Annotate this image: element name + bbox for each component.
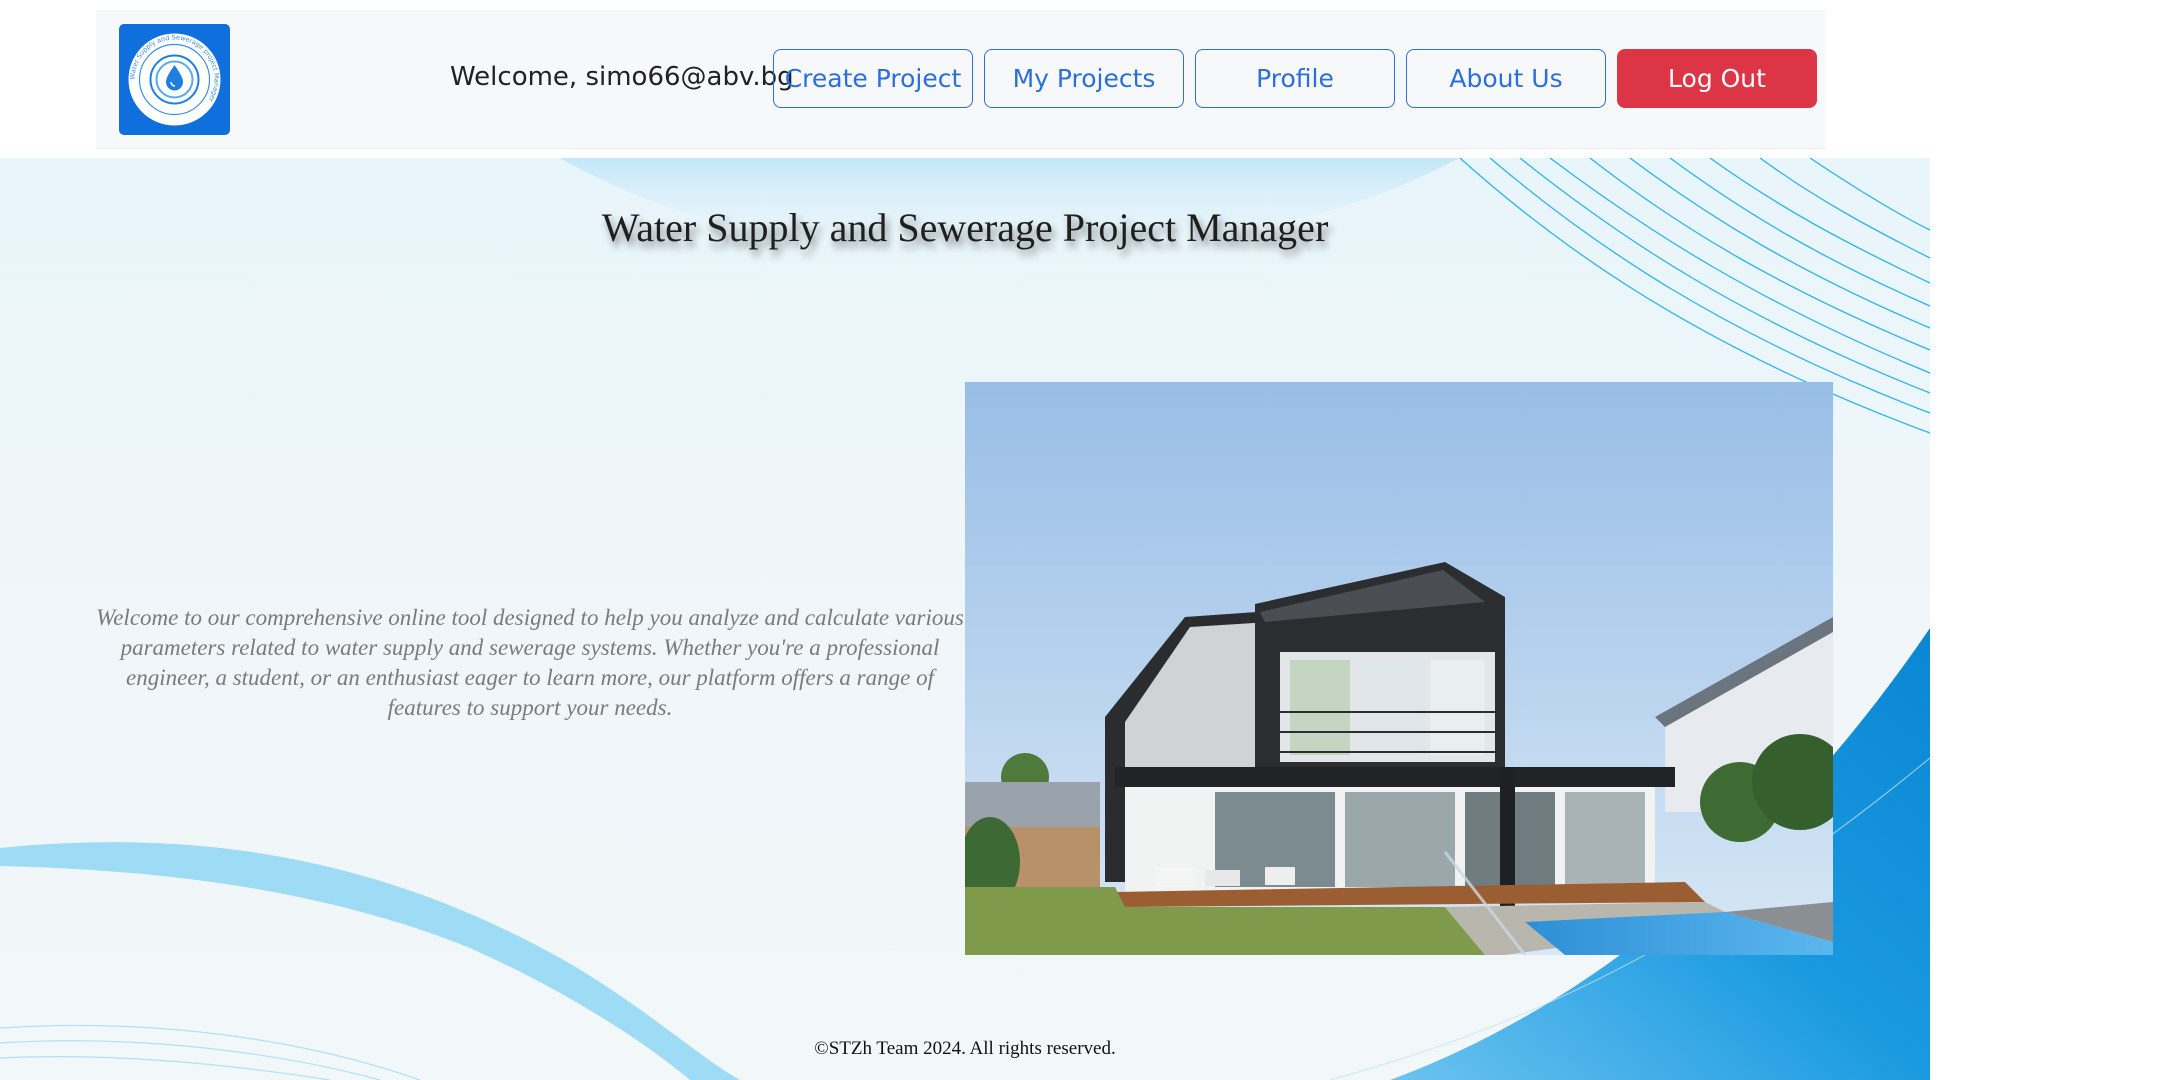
modern-house-with-pool-image — [965, 382, 1833, 955]
my-projects-button[interactable]: My Projects — [984, 49, 1184, 108]
hero-section: Water Supply and Sewerage Project Manage… — [0, 158, 1930, 1080]
log-out-button[interactable]: Log Out — [1617, 49, 1817, 108]
water-drop-logo-icon[interactable]: Water Supply and Sewerage project Manage… — [119, 24, 230, 135]
intro-paragraph: Welcome to our comprehensive online tool… — [96, 605, 964, 720]
footer-copyright: ©STZh Team 2024. All rights reserved. — [814, 1038, 1116, 1059]
create-project-button[interactable]: Create Project — [773, 49, 973, 108]
page: Water Supply and Sewerage project Manage… — [0, 0, 2180, 1080]
page-title: Water Supply and Sewerage Project Manage… — [601, 205, 1329, 250]
top-navbar: Water Supply and Sewerage project Manage… — [96, 10, 1826, 149]
about-us-button[interactable]: About Us — [1406, 49, 1606, 108]
profile-button[interactable]: Profile — [1195, 49, 1395, 108]
welcome-message: Welcome, simo66@abv.bg — [450, 62, 794, 92]
